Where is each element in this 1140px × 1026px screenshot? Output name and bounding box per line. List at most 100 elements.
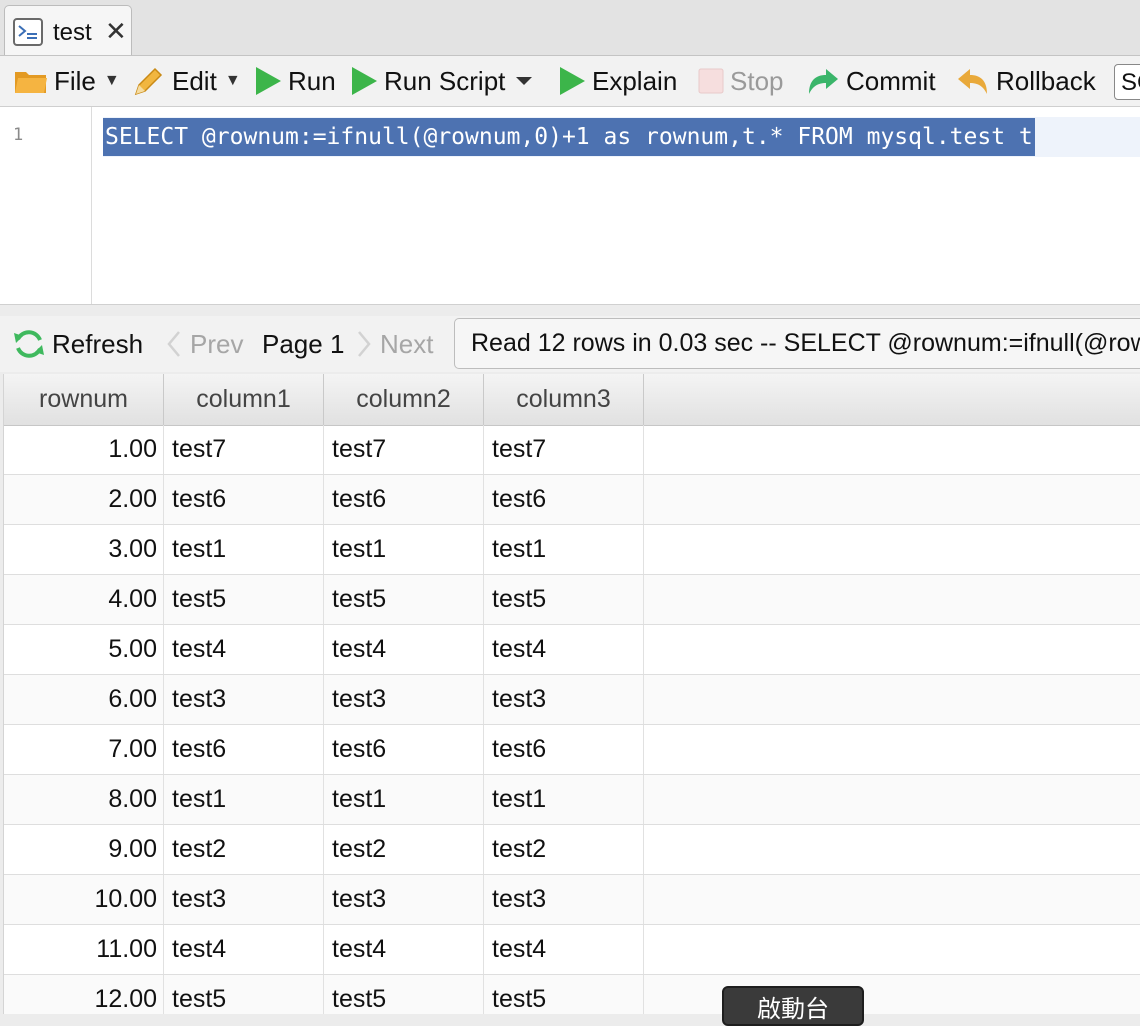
run-button[interactable]: Run — [254, 56, 336, 106]
cell-column3[interactable]: test1 — [484, 525, 644, 574]
tab-bar: test ✕ — [0, 0, 1140, 56]
stop-button[interactable]: Stop — [698, 56, 784, 106]
query-status: Read 12 rows in 0.03 sec -- SELECT @rown… — [454, 318, 1140, 369]
cell-column2[interactable]: test6 — [324, 475, 484, 524]
file-menu[interactable]: File ▼ — [14, 56, 120, 106]
cell-rownum[interactable]: 3.00 — [4, 525, 164, 574]
cell-column2[interactable]: test1 — [324, 525, 484, 574]
sql-code-selected[interactable]: SELECT @rownum:=ifnull(@rownum,0)+1 as r… — [103, 118, 1035, 156]
rollback-label: Rollback — [996, 65, 1096, 96]
cell-rownum[interactable]: 12.00 — [4, 975, 164, 1014]
cell-column1[interactable]: test5 — [164, 575, 324, 624]
run-script-button[interactable]: Run Script — [350, 56, 539, 106]
cell-rownum[interactable]: 8.00 — [4, 775, 164, 824]
cell-column2[interactable]: test4 — [324, 625, 484, 674]
cell-column2[interactable]: test3 — [324, 675, 484, 724]
column-header-rownum[interactable]: rownum — [4, 374, 164, 425]
explain-button[interactable]: Explain — [558, 56, 677, 106]
caret-down-icon: ▼ — [224, 72, 241, 89]
cell-rownum[interactable]: 5.00 — [4, 625, 164, 674]
cell-column1[interactable]: test4 — [164, 625, 324, 674]
cell-column1[interactable]: test3 — [164, 675, 324, 724]
line-gutter: 1 — [0, 107, 92, 304]
line-number: 1 — [13, 125, 24, 145]
cell-column3[interactable]: test4 — [484, 625, 644, 674]
toolbar: File ▼ Edit ▼ Run Run Script Explain Stop … — [0, 56, 1140, 107]
cell-column3[interactable]: test3 — [484, 675, 644, 724]
cell-column1[interactable]: test6 — [164, 475, 324, 524]
rollback-arrow-icon — [958, 69, 987, 94]
grid-header: rownum column1 column2 column3 — [4, 374, 1140, 426]
query-status-text: Read 12 rows in 0.03 sec -- SELECT @rown… — [471, 329, 1140, 357]
pencil-icon — [134, 67, 163, 96]
play-icon — [256, 67, 281, 95]
cell-rownum[interactable]: 1.00 — [4, 425, 164, 474]
cell-rownum[interactable]: 2.00 — [4, 475, 164, 524]
cell-column3[interactable]: test2 — [484, 825, 644, 874]
commit-button[interactable]: Commit — [806, 56, 936, 106]
refresh-button[interactable]: Refresh — [12, 316, 143, 372]
cell-column2[interactable]: test4 — [324, 925, 484, 974]
table-row[interactable]: 8.00 test1 test1 test1 — [4, 775, 1140, 825]
cell-column2[interactable]: test6 — [324, 725, 484, 774]
caret-down-icon: ▼ — [103, 72, 120, 89]
cell-column3[interactable]: test5 — [484, 575, 644, 624]
edit-menu[interactable]: Edit ▼ — [132, 56, 241, 106]
cell-column1[interactable]: test3 — [164, 875, 324, 924]
cell-column1[interactable]: test4 — [164, 925, 324, 974]
results-grid: rownum column1 column2 column3 1.00 test7 tes… — [3, 374, 1140, 1014]
cell-column1[interactable]: test2 — [164, 825, 324, 874]
cell-column2[interactable]: test1 — [324, 775, 484, 824]
column-header-column3[interactable]: column3 — [484, 374, 644, 425]
schema-selector[interactable]: SC — [1114, 64, 1140, 100]
table-row[interactable]: 10.00 test3 test3 test3 — [4, 875, 1140, 925]
column-header-column1[interactable]: column1 — [164, 374, 324, 425]
cell-rownum[interactable]: 10.00 — [4, 875, 164, 924]
table-row[interactable]: 2.00 test6 test6 test6 — [4, 475, 1140, 525]
cell-column3[interactable]: test5 — [484, 975, 644, 1014]
table-row[interactable]: 4.00 test5 test5 test5 — [4, 575, 1140, 625]
close-icon[interactable]: ✕ — [105, 16, 127, 47]
cell-rownum[interactable]: 4.00 — [4, 575, 164, 624]
cell-column3[interactable]: test1 — [484, 775, 644, 824]
refresh-label: Refresh — [52, 328, 144, 359]
sql-editor[interactable]: 1 SELECT @rownum:=ifnull(@rownum,0)+1 as… — [0, 107, 1140, 305]
cell-column2[interactable]: test5 — [324, 975, 484, 1014]
commit-arrow-icon — [809, 69, 838, 94]
table-row[interactable]: 12.00 test5 test5 test5 — [4, 975, 1140, 1014]
cell-column1[interactable]: test1 — [164, 525, 324, 574]
cell-column3[interactable]: test4 — [484, 925, 644, 974]
rollback-button[interactable]: Rollback — [956, 56, 1096, 106]
explain-label: Explain — [592, 65, 678, 96]
table-row[interactable]: 9.00 test2 test2 test2 — [4, 825, 1140, 875]
table-row[interactable]: 7.00 test6 test6 test6 — [4, 725, 1140, 775]
cell-rownum[interactable]: 9.00 — [4, 825, 164, 874]
cell-rownum[interactable]: 6.00 — [4, 675, 164, 724]
cell-rownum[interactable]: 11.00 — [4, 925, 164, 974]
cell-column1[interactable]: test7 — [164, 425, 324, 474]
table-row[interactable]: 3.00 test1 test1 test1 — [4, 525, 1140, 575]
tab-test[interactable]: test ✕ — [4, 5, 132, 55]
cell-column1[interactable]: test5 — [164, 975, 324, 1014]
cell-column1[interactable]: test6 — [164, 725, 324, 774]
table-row[interactable]: 6.00 test3 test3 test3 — [4, 675, 1140, 725]
folder-icon — [15, 72, 47, 93]
table-row[interactable]: 1.00 test7 test7 test7 — [4, 425, 1140, 475]
column-header-column2[interactable]: column2 — [324, 374, 484, 425]
prev-page-button[interactable]: Prev — [166, 316, 243, 372]
launchpad-tooltip: 啟動台 — [722, 986, 864, 1026]
cell-column1[interactable]: test1 — [164, 775, 324, 824]
cell-column2[interactable]: test3 — [324, 875, 484, 924]
schema-selector-label: SC — [1121, 69, 1140, 96]
cell-column3[interactable]: test3 — [484, 875, 644, 924]
cell-rownum[interactable]: 7.00 — [4, 725, 164, 774]
cell-column3[interactable]: test6 — [484, 475, 644, 524]
table-row[interactable]: 11.00 test4 test4 test4 — [4, 925, 1140, 975]
cell-column2[interactable]: test7 — [324, 425, 484, 474]
table-row[interactable]: 5.00 test4 test4 test4 — [4, 625, 1140, 675]
next-page-button[interactable]: Next — [356, 316, 433, 372]
cell-column3[interactable]: test7 — [484, 425, 644, 474]
cell-column2[interactable]: test2 — [324, 825, 484, 874]
cell-column3[interactable]: test6 — [484, 725, 644, 774]
cell-column2[interactable]: test5 — [324, 575, 484, 624]
